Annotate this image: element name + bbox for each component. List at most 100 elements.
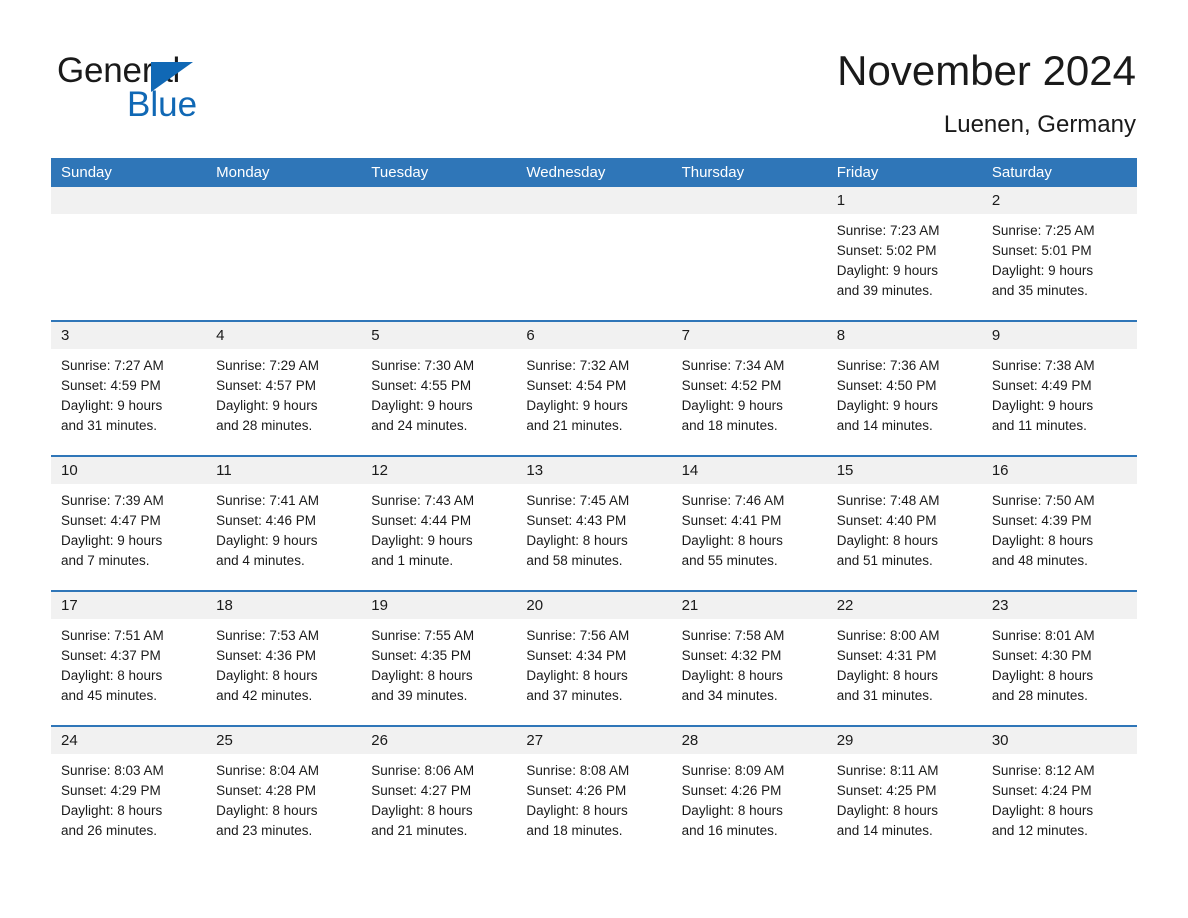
sunrise-text: Sunrise: 7:43 AM [371, 493, 475, 508]
day-cell-22[interactable]: 22 Sunrise: 8:00 AM Sunset: 4:31 PM Dayligh… [826, 592, 982, 725]
day-details: Sunrise: 8:12 AM Sunset: 4:24 PM Daylight:… [982, 754, 1137, 841]
day-number: 7 [681, 327, 690, 344]
daylight-text-line2: and 28 minutes. [991, 688, 1088, 703]
day-cell-15[interactable]: 15 Sunrise: 7:48 AM Sunset: 4:40 PM Dayligh… [826, 457, 982, 590]
day-cell-17[interactable]: 17 Sunrise: 7:51 AM Sunset: 4:37 PM Dayligh… [51, 592, 207, 725]
day-cell-empty [671, 187, 827, 320]
calendar-weeks: 1 Sunrise: 7:23 AM Sunset: 5:02 PM Daylight… [51, 187, 1137, 860]
sunrise-text: Sunrise: 7:41 AM [216, 493, 319, 508]
day-cell-20[interactable]: 20 Sunrise: 7:56 AM Sunset: 4:34 PM Dayligh… [516, 592, 672, 725]
daylight-text-line1: Daylight: 9 hours [991, 398, 1094, 413]
day-cell-3[interactable]: 3 Sunrise: 7:27 AM Sunset: 4:59 PM Daylight… [51, 322, 207, 455]
sunrise-text: Sunrise: 7:25 AM [991, 223, 1095, 238]
day-cell-30[interactable]: 30 Sunrise: 8:12 AM Sunset: 4:24 PM Dayligh… [981, 727, 1137, 860]
day-cell-2[interactable]: 2 Sunrise: 7:25 AM Sunset: 5:01 PM Daylight… [981, 187, 1137, 320]
day-number-band: 18 [206, 592, 362, 619]
day-number: 1 [836, 192, 846, 209]
daylight-text-line1: Daylight: 9 hours [991, 263, 1094, 278]
day-cell-18[interactable]: 18 Sunrise: 7:53 AM Sunset: 4:36 PM Dayligh… [206, 592, 362, 725]
day-cell-12[interactable]: 12 Sunrise: 7:43 AM Sunset: 4:44 PM Dayligh… [361, 457, 517, 590]
day-cell-21[interactable]: 21 Sunrise: 7:58 AM Sunset: 4:32 PM Dayligh… [671, 592, 827, 725]
sunrise-text: Sunrise: 7:30 AM [371, 358, 475, 373]
daylight-text-line2: and 31 minutes. [61, 418, 158, 433]
day-details: Sunrise: 8:09 AM Sunset: 4:26 PM Daylight:… [672, 754, 827, 841]
calendar-week-row: 1 Sunrise: 7:23 AM Sunset: 5:02 PM Daylight… [51, 187, 1137, 320]
day-cell-26[interactable]: 26 Sunrise: 8:06 AM Sunset: 4:27 PM Dayligh… [361, 727, 517, 860]
generalblue-logo[interactable]: General Blue [57, 52, 357, 132]
day-details: Sunrise: 7:50 AM Sunset: 4:39 PM Daylight:… [982, 484, 1137, 571]
daylight-text-line1: Daylight: 8 hours [526, 668, 628, 683]
daylight-text-line1: Daylight: 8 hours [371, 668, 473, 683]
calendar-week-row: 10 Sunrise: 7:39 AM Sunset: 4:47 PM Dayligh… [51, 455, 1137, 590]
sunrise-text: Sunrise: 7:29 AM [216, 358, 319, 373]
day-cell-9[interactable]: 9 Sunrise: 7:38 AM Sunset: 4:49 PM Daylight… [981, 322, 1137, 455]
day-cell-16[interactable]: 16 Sunrise: 7:50 AM Sunset: 4:39 PM Dayligh… [981, 457, 1137, 590]
day-cell-7[interactable]: 7 Sunrise: 7:34 AM Sunset: 4:52 PM Daylight… [671, 322, 827, 455]
day-cell-25[interactable]: 25 Sunrise: 8:04 AM Sunset: 4:28 PM Dayligh… [206, 727, 362, 860]
day-number: 3 [61, 327, 70, 344]
sunset-text: Sunset: 4:34 PM [526, 648, 627, 663]
day-number-band: 21 [671, 592, 827, 619]
weekday-header-monday: Monday [216, 164, 270, 181]
day-cell-10[interactable]: 10 Sunrise: 7:39 AM Sunset: 4:47 PM Dayligh… [51, 457, 207, 590]
sunset-text: Sunset: 4:32 PM [681, 648, 782, 663]
day-cell-13[interactable]: 13 Sunrise: 7:45 AM Sunset: 4:43 PM Dayligh… [516, 457, 672, 590]
daylight-text-line2: and 39 minutes. [836, 283, 933, 298]
day-cell-27[interactable]: 27 Sunrise: 8:08 AM Sunset: 4:26 PM Dayligh… [516, 727, 672, 860]
day-cell-23[interactable]: 23 Sunrise: 8:01 AM Sunset: 4:30 PM Dayligh… [981, 592, 1137, 725]
daylight-text-line1: Daylight: 8 hours [836, 533, 939, 548]
daylight-text-line1: Daylight: 8 hours [526, 533, 628, 548]
day-cell-11[interactable]: 11 Sunrise: 7:41 AM Sunset: 4:46 PM Dayligh… [206, 457, 362, 590]
daylight-text-line2: and 48 minutes. [991, 553, 1088, 568]
daylight-text-line1: Daylight: 8 hours [61, 803, 163, 818]
day-number: 2 [991, 192, 1001, 209]
day-cell-14[interactable]: 14 Sunrise: 7:46 AM Sunset: 4:41 PM Dayligh… [671, 457, 827, 590]
day-number-band: 19 [361, 592, 517, 619]
daylight-text-line1: Daylight: 9 hours [371, 398, 473, 413]
day-cell-28[interactable]: 28 Sunrise: 8:09 AM Sunset: 4:26 PM Dayligh… [671, 727, 827, 860]
daylight-text-line1: Daylight: 8 hours [991, 533, 1094, 548]
day-cell-8[interactable]: 8 Sunrise: 7:36 AM Sunset: 4:50 PM Daylight… [826, 322, 982, 455]
daylight-text-line1: Daylight: 9 hours [216, 533, 318, 548]
sunrise-text: Sunrise: 7:53 AM [216, 628, 319, 643]
day-number: 25 [216, 732, 233, 749]
daylight-text-line1: Daylight: 9 hours [836, 263, 939, 278]
day-number: 17 [61, 597, 78, 614]
weekday-header-thursday: Thursday [681, 164, 745, 181]
day-details: Sunrise: 7:23 AM Sunset: 5:02 PM Daylight:… [827, 214, 982, 301]
day-details: Sunrise: 7:38 AM Sunset: 4:49 PM Daylight:… [982, 349, 1137, 436]
daylight-text-line2: and 35 minutes. [991, 283, 1088, 298]
logo-text-blue: Blue [127, 85, 198, 124]
daylight-text-line1: Daylight: 8 hours [371, 803, 473, 818]
day-cell-empty [361, 187, 517, 320]
day-cell-1[interactable]: 1 Sunrise: 7:23 AM Sunset: 5:02 PM Daylight… [826, 187, 982, 320]
daylight-text-line2: and 4 minutes. [216, 553, 305, 568]
day-cell-24[interactable]: 24 Sunrise: 8:03 AM Sunset: 4:29 PM Dayligh… [51, 727, 207, 860]
day-number-band: 7 [671, 322, 827, 349]
sunset-text: Sunset: 4:59 PM [61, 378, 161, 393]
day-cell-5[interactable]: 5 Sunrise: 7:30 AM Sunset: 4:55 PM Daylight… [361, 322, 517, 455]
sunrise-text: Sunrise: 7:55 AM [371, 628, 475, 643]
day-number: 26 [371, 732, 388, 749]
sunrise-text: Sunrise: 7:23 AM [836, 223, 940, 238]
daylight-text-line2: and 11 minutes. [991, 418, 1087, 433]
day-number: 8 [836, 327, 846, 344]
day-cell-19[interactable]: 19 Sunrise: 7:55 AM Sunset: 4:35 PM Dayligh… [361, 592, 517, 725]
day-details: Sunrise: 8:11 AM Sunset: 4:25 PM Daylight:… [827, 754, 982, 841]
day-number: 18 [216, 597, 233, 614]
day-details: Sunrise: 7:48 AM Sunset: 4:40 PM Daylight:… [827, 484, 982, 571]
daylight-text-line2: and 14 minutes. [836, 823, 933, 838]
day-details: Sunrise: 7:36 AM Sunset: 4:50 PM Daylight:… [827, 349, 982, 436]
day-number-band: 9 [981, 322, 1137, 349]
sunset-text: Sunset: 4:35 PM [371, 648, 472, 663]
sunset-text: Sunset: 4:39 PM [991, 513, 1092, 528]
day-number-band: 15 [826, 457, 982, 484]
day-cell-29[interactable]: 29 Sunrise: 8:11 AM Sunset: 4:25 PM Dayligh… [826, 727, 982, 860]
day-number: 19 [371, 597, 388, 614]
day-cell-4[interactable]: 4 Sunrise: 7:29 AM Sunset: 4:57 PM Daylight… [206, 322, 362, 455]
day-number: 15 [836, 462, 854, 479]
day-details [361, 214, 516, 221]
daylight-text-line2: and 16 minutes. [681, 823, 778, 838]
day-cell-6[interactable]: 6 Sunrise: 7:32 AM Sunset: 4:54 PM Daylight… [516, 322, 672, 455]
day-details: Sunrise: 7:32 AM Sunset: 4:54 PM Daylight:… [516, 349, 671, 436]
